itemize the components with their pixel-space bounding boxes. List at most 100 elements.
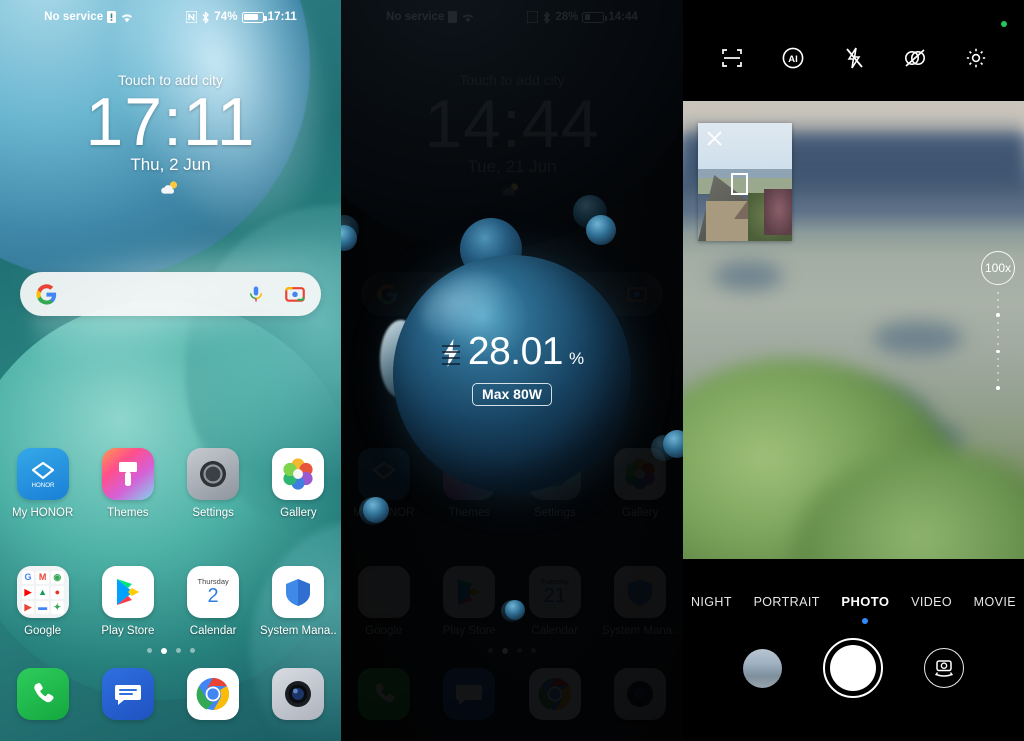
viewfinder-detail <box>713 261 783 291</box>
mode-portrait[interactable]: PORTRAIT <box>752 591 822 613</box>
app-label: System Mana.. <box>260 625 337 637</box>
camera-top-bar: AI <box>683 0 1024 101</box>
page-dot <box>146 648 152 653</box>
dock <box>0 668 341 720</box>
dock-app-phone[interactable] <box>0 668 85 720</box>
active-mode-dot <box>862 618 869 624</box>
camera-toolbar: AI <box>683 43 1024 73</box>
svg-text:AI: AI <box>788 54 798 65</box>
viewfinder-detail <box>873 321 963 355</box>
camera-controls <box>683 638 1024 698</box>
scan-frame-icon[interactable] <box>717 43 747 73</box>
preview-tree <box>764 189 792 235</box>
phone-handset-icon <box>16 668 69 720</box>
app-grid: HONOR My HONOR Themes Settings Gallery G… <box>0 448 341 637</box>
switch-camera-icon[interactable] <box>923 648 964 688</box>
svg-text:HONOR: HONOR <box>31 482 55 489</box>
status-bar: No service 74% 17:11 <box>0 0 341 34</box>
settings-gear-icon[interactable] <box>961 43 991 73</box>
charging-bubble <box>663 430 683 458</box>
microphone-icon[interactable] <box>247 284 265 304</box>
charging-percent: 28.01 <box>467 330 564 373</box>
page-dot <box>189 648 195 653</box>
zoom-tick-major <box>996 349 1000 353</box>
page-indicator[interactable] <box>0 647 341 654</box>
bluetooth-icon <box>201 11 210 24</box>
gallery-app-icon <box>272 448 325 500</box>
app-settings[interactable]: Settings <box>171 448 256 519</box>
calendar-app-icon: Thursday 2 <box>187 566 240 618</box>
app-label: Gallery <box>280 507 317 519</box>
flash-off-icon[interactable] <box>839 43 869 73</box>
app-google-folder[interactable]: G M ◉ ▶ ▲ ● ▶ ▬ ✦ Google <box>0 566 85 637</box>
mode-night[interactable]: NIGHT <box>689 591 734 613</box>
sun-behind-cloud-icon <box>0 180 341 200</box>
chrome-icon <box>187 668 240 720</box>
calendar-weekday: Thursday <box>197 576 229 586</box>
ai-photography-icon[interactable]: AI <box>778 43 808 73</box>
zoom-slider[interactable]: 100x <box>981 251 1015 390</box>
app-play-store[interactable]: Play Store <box>85 566 170 637</box>
charging-bubble <box>363 497 389 523</box>
camera-panel: AI 100x NIGHT PORTRAIT PHOTO VIDEO MOVIE <box>683 0 1024 741</box>
gallery-thumbnail[interactable] <box>743 648 783 688</box>
zoom-tick <box>997 358 999 360</box>
app-label: Play Store <box>101 625 155 637</box>
charging-bolt-icon <box>440 338 462 368</box>
green-privacy-dot <box>1001 21 1007 27</box>
close-x-icon[interactable] <box>705 129 724 148</box>
nfc-icon <box>186 11 198 23</box>
app-label: Calendar <box>189 625 237 637</box>
google-g-icon <box>36 283 57 305</box>
page-dot-active <box>160 647 167 654</box>
app-gallery[interactable]: Gallery <box>256 448 341 519</box>
honor-app-icon: HONOR <box>16 448 69 500</box>
app-calendar[interactable]: Thursday 2 Calendar <box>171 566 256 637</box>
charging-bubble <box>505 600 525 620</box>
mode-movie[interactable]: MOVIE <box>972 591 1018 613</box>
app-label: My HONOR <box>11 507 74 519</box>
dock-app-chrome[interactable] <box>171 668 256 720</box>
zoom-tick <box>997 335 999 338</box>
percent-sign: % <box>568 349 585 368</box>
zoom-tick-major <box>996 386 1000 390</box>
app-label: Google <box>24 625 62 637</box>
zoom-level-label: 100x <box>984 261 1012 275</box>
zoom-tick <box>997 292 999 294</box>
zoom-tick <box>997 372 999 374</box>
calendar-day: 2 <box>207 585 219 608</box>
messages-bubble-icon <box>101 668 154 720</box>
mode-photo[interactable]: PHOTO <box>839 590 891 624</box>
google-search-bar[interactable] <box>20 272 321 316</box>
zoom-tick <box>997 306 999 308</box>
clock-widget[interactable]: Touch to add city 17:11 Thu, 2 Jun <box>0 72 341 200</box>
dock-app-messages[interactable] <box>85 668 170 720</box>
filter-off-icon[interactable] <box>900 43 930 73</box>
app-themes[interactable]: Themes <box>85 448 170 519</box>
camera-viewfinder[interactable]: 100x <box>683 101 1024 559</box>
battery-percent-label: 74% <box>214 11 238 23</box>
sim-icon <box>107 11 117 23</box>
mode-video[interactable]: VIDEO <box>909 591 954 613</box>
dock-app-camera[interactable] <box>256 668 341 720</box>
clock-time: 17:11 <box>85 84 256 160</box>
zoom-level-badge[interactable]: 100x <box>981 251 1015 285</box>
app-label: Themes <box>107 507 149 519</box>
app-system-manager[interactable]: System Mana.. <box>256 566 341 637</box>
zoom-track[interactable] <box>996 292 1000 390</box>
zoom-tick <box>997 342 999 345</box>
zoom-preview-window[interactable] <box>698 123 792 241</box>
settings-gear-icon <box>187 448 240 500</box>
zoom-tick <box>997 321 999 324</box>
zoom-tick-major <box>996 313 1000 317</box>
app-row: HONOR My HONOR Themes Settings Gallery <box>0 448 341 519</box>
mode-photo-label: PHOTO <box>841 594 890 609</box>
status-time: 17:11 <box>267 11 297 23</box>
wifi-icon <box>120 12 134 23</box>
add-city-hint[interactable]: Touch to add city <box>0 72 341 88</box>
app-my-honor[interactable]: HONOR My HONOR <box>0 448 85 519</box>
camera-mode-selector[interactable]: NIGHT PORTRAIT PHOTO VIDEO MOVIE <box>683 590 1024 624</box>
google-lens-icon[interactable] <box>285 284 305 304</box>
app-row: G M ◉ ▶ ▲ ● ▶ ▬ ✦ Google Play Store Thur… <box>0 566 341 637</box>
shutter-button[interactable] <box>822 638 883 698</box>
